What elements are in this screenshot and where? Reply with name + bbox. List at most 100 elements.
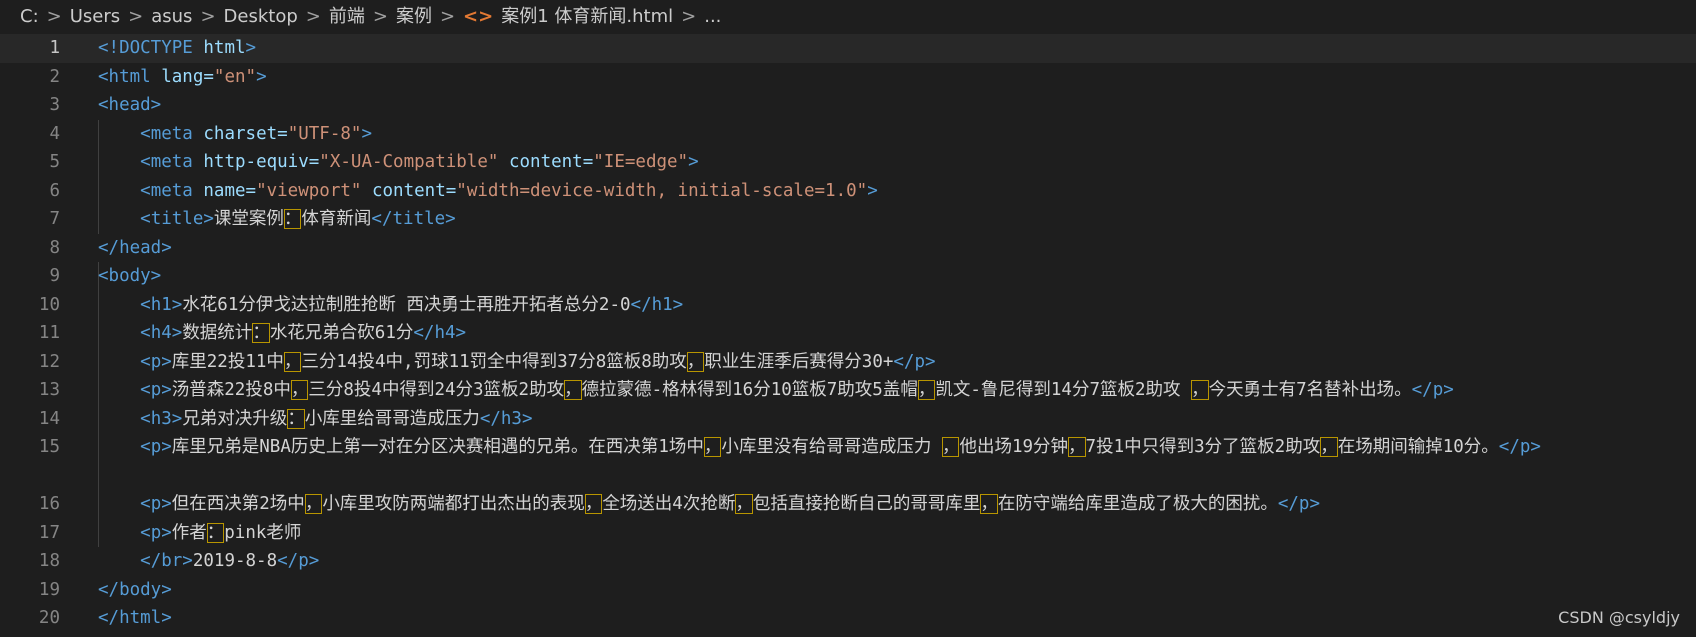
code-line-14[interactable]: 14 <h3>兄弟对决升级：小库里给哥哥造成压力</h3> bbox=[0, 405, 1696, 434]
unicode-highlight: ， bbox=[686, 351, 705, 372]
attr-token: content= bbox=[371, 180, 457, 201]
code-line-17[interactable]: 17 <p>作者：pink老师 bbox=[0, 519, 1696, 548]
code-line-15[interactable]: 15 <p>库里兄弟是NBA历史上第一对在分区决赛相遇的兄弟。在西决第1场中，小… bbox=[0, 433, 1696, 490]
tag-token: <body> bbox=[98, 266, 162, 286]
breadcrumb-symbols[interactable]: ... bbox=[704, 6, 721, 27]
breadcrumb-drive[interactable]: C: bbox=[20, 6, 39, 27]
code-line-11[interactable]: 11 <h4>数据统计：水花兄弟合砍61分</h4> bbox=[0, 319, 1696, 348]
line-number: 4 bbox=[49, 123, 60, 144]
tag-token: </p> bbox=[277, 551, 320, 571]
code-line-8[interactable]: 8 </head> bbox=[0, 234, 1696, 263]
code-line-18[interactable]: 18 </br>2019-8-8</p> bbox=[0, 547, 1696, 576]
unicode-highlight: ： bbox=[252, 323, 270, 343]
unicode-highlight: ， bbox=[735, 494, 753, 514]
attr-token: lang= bbox=[161, 66, 214, 87]
tag-token: <head> bbox=[98, 95, 162, 115]
text-token: 职业生涯季后赛得分30+ bbox=[704, 351, 894, 372]
code-line-7[interactable]: 7 <title>课堂案例：体育新闻</title> bbox=[0, 205, 1696, 234]
unicode-highlight: ： bbox=[206, 522, 225, 543]
text-token: 汤普森22投8中 bbox=[171, 380, 291, 400]
text-token: pink老师 bbox=[224, 522, 302, 543]
unicode-highlight: ， bbox=[304, 494, 323, 514]
unicode-highlight: ， bbox=[584, 494, 603, 514]
line-number: 13 bbox=[38, 380, 60, 400]
unicode-highlight: ， bbox=[1068, 437, 1086, 457]
line-number: 12 bbox=[38, 351, 60, 372]
text-token: 作者 bbox=[171, 522, 207, 543]
breadcrumb-desktop[interactable]: Desktop bbox=[224, 6, 298, 27]
tag-bracket: > bbox=[245, 38, 257, 58]
unicode-highlight: ， bbox=[564, 380, 582, 400]
code-line-20[interactable]: 20 </html> bbox=[0, 604, 1696, 633]
tag-token: <title> bbox=[140, 209, 214, 229]
tag-token: <h4> bbox=[140, 323, 183, 343]
code-line-4[interactable]: 4 <meta charset="UTF-8"> bbox=[0, 120, 1696, 149]
tag-token: </title> bbox=[371, 209, 456, 229]
code-line-6[interactable]: 6 <meta name="viewport" content="width=d… bbox=[0, 177, 1696, 206]
code-line-3[interactable]: 3 <head> bbox=[0, 91, 1696, 120]
tag-token: </p> bbox=[1498, 437, 1541, 457]
string-token: "width=device-width, initial-scale=1.0" bbox=[456, 180, 868, 201]
code-line-2[interactable]: 2 <html lang="en"> bbox=[0, 63, 1696, 92]
line-number: 16 bbox=[38, 494, 60, 514]
code-line-16[interactable]: 16 <p>但在西决第2场中，小库里攻防两端都打出杰出的表现，全场送出4次抢断，… bbox=[0, 490, 1696, 519]
text-token: 数据统计 bbox=[182, 323, 253, 343]
code-line-10[interactable]: 10 <h1>水花61分伊戈达拉制胜抢断 西决勇士再胜开拓者总分2-0</h1> bbox=[0, 291, 1696, 320]
tag-token: </h3> bbox=[479, 408, 533, 429]
text-token: 库里兄弟是NBA历史上第一对在分区决赛相遇的兄弟。在西决第1场中 bbox=[171, 437, 704, 457]
text-token: 课堂案例 bbox=[213, 209, 284, 229]
code-line-5[interactable]: 5 <meta http-equiv="X-UA-Compatible" con… bbox=[0, 148, 1696, 177]
breadcrumb-users[interactable]: Users bbox=[70, 6, 120, 27]
text-token: 小库里没有给哥哥造成压力 bbox=[721, 437, 942, 457]
text-token: 在场期间输掉10分。 bbox=[1337, 437, 1499, 457]
line-number: 8 bbox=[49, 237, 60, 258]
text-token: 三分14投4中,罚球11罚全中得到37分8篮板8助攻 bbox=[301, 351, 687, 372]
code-line-19[interactable]: 19 </body> bbox=[0, 576, 1696, 605]
unicode-highlight: ， bbox=[917, 380, 936, 400]
unicode-highlight: ， bbox=[703, 437, 722, 457]
watermark: CSDN @csyldjy bbox=[1558, 608, 1680, 627]
chevron-right-icon: > bbox=[46, 6, 62, 27]
line-number: 11 bbox=[38, 323, 60, 343]
text-token: 7投1中只得到3分了篮板2助攻 bbox=[1085, 437, 1321, 457]
text-token: 三分8投4中得到24分3篮板2助攻 bbox=[308, 380, 565, 400]
tag-token: </h1> bbox=[630, 294, 684, 315]
text-token: 今天勇士有7名替补出场。 bbox=[1208, 380, 1412, 400]
line-number: 7 bbox=[49, 209, 60, 229]
text-token: 德拉蒙德-格林得到16分10篮板7助攻5盖帽 bbox=[581, 380, 918, 400]
code-editor[interactable]: 1 <!DOCTYPE html> 2 <html lang="en"> 3 <… bbox=[0, 34, 1696, 637]
line-number: 5 bbox=[49, 152, 60, 172]
unicode-highlight: ， bbox=[283, 351, 302, 372]
code-line-1[interactable]: 1 <!DOCTYPE html> bbox=[0, 34, 1696, 63]
text-token: 体育新闻 bbox=[301, 209, 372, 229]
attr-token: content= bbox=[508, 152, 594, 172]
string-token: "IE=edge" bbox=[593, 152, 689, 172]
tag-token: <p> bbox=[140, 380, 172, 400]
tag-token: <meta bbox=[140, 123, 193, 144]
code-line-9[interactable]: 9 <body> bbox=[0, 262, 1696, 291]
string-token: "viewport" bbox=[256, 180, 362, 201]
tag-token: <h1> bbox=[140, 294, 183, 315]
unicode-highlight: ， bbox=[980, 494, 998, 514]
text-token: 小库里给哥哥造成压力 bbox=[304, 408, 480, 429]
breadcrumb-asus[interactable]: asus bbox=[151, 6, 192, 27]
breadcrumb: C: > Users > asus > Desktop > 前端 > 案例 > <> 案例1 体育新闻.h… bbox=[0, 0, 1696, 35]
code-line-13[interactable]: 13 <p>汤普森22投8中，三分8投4中得到24分3篮板2助攻，德拉蒙德-格林… bbox=[0, 376, 1696, 405]
line-number: 3 bbox=[49, 95, 60, 115]
string-token: "UTF-8" bbox=[287, 123, 362, 144]
tag-token: <html bbox=[98, 66, 151, 87]
unicode-highlight: ， bbox=[1191, 380, 1209, 400]
tag-token: <p> bbox=[140, 351, 172, 372]
tag-bracket: > bbox=[361, 123, 372, 144]
text-token: 水花61分伊戈达拉制胜抢断 西决勇士再胜开拓者总分2-0 bbox=[182, 294, 631, 315]
tag-bracket: > bbox=[256, 66, 267, 87]
tag-token: <meta bbox=[140, 152, 193, 172]
code-line-12[interactable]: 12 <p>库里22投11中，三分14投4中,罚球11罚全中得到37分8篮板8助… bbox=[0, 348, 1696, 377]
breadcrumb-cases[interactable]: 案例 bbox=[396, 6, 432, 27]
breadcrumb-file[interactable]: 案例1 体育新闻.html bbox=[501, 6, 673, 27]
unicode-highlight: ： bbox=[287, 408, 305, 429]
tag-token: </body> bbox=[98, 579, 172, 600]
unicode-highlight: ， bbox=[941, 437, 960, 457]
string-token: "en" bbox=[213, 66, 257, 87]
breadcrumb-frontend[interactable]: 前端 bbox=[329, 6, 365, 27]
